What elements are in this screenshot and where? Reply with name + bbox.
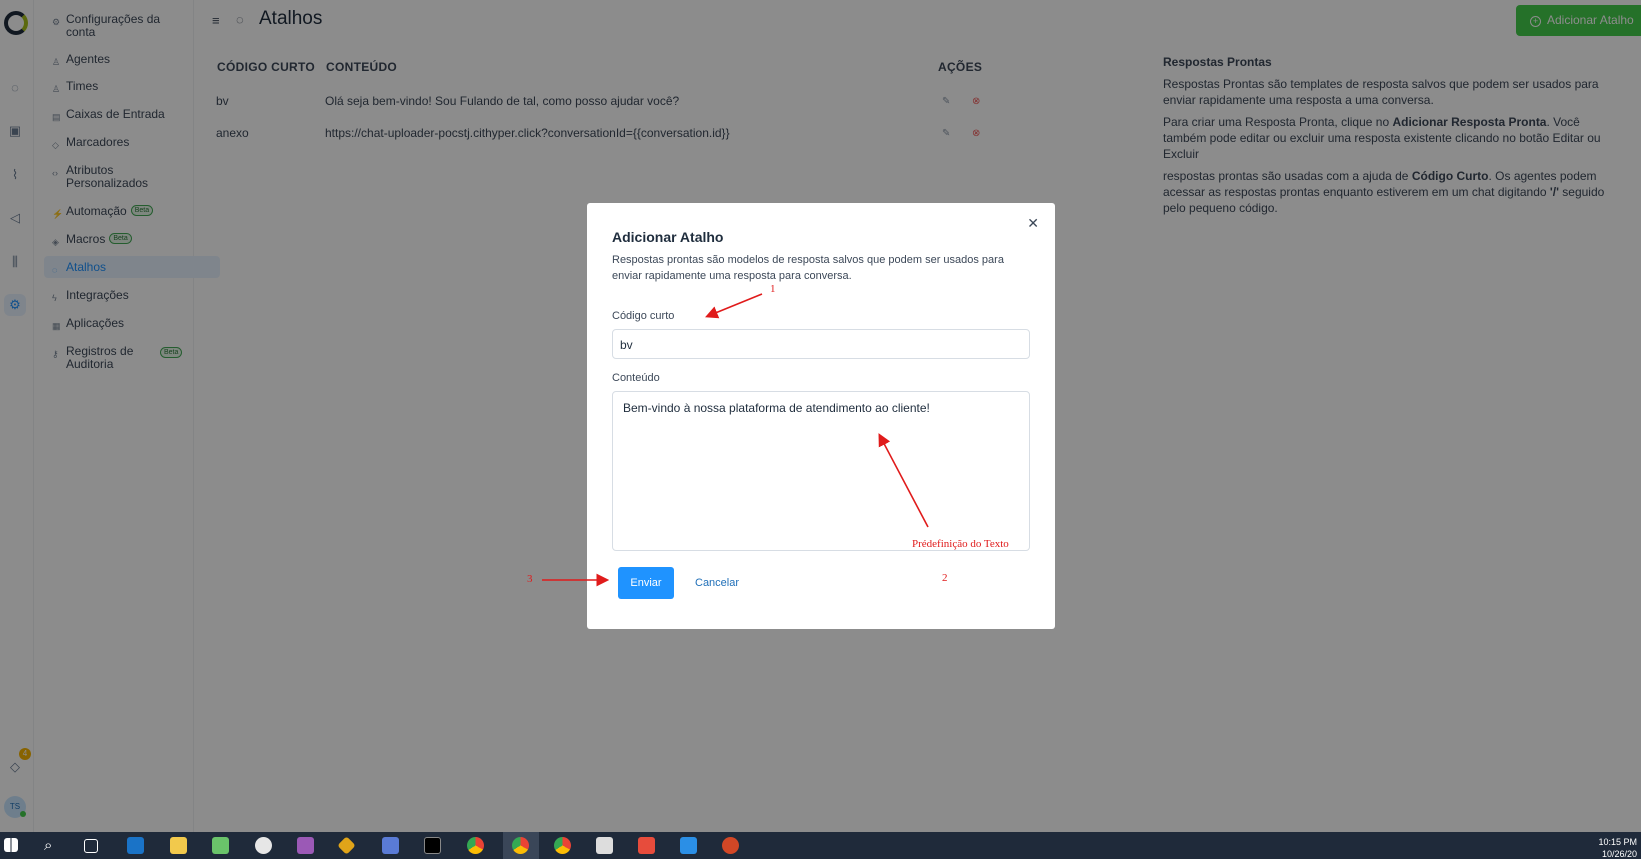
chrome-icon[interactable] — [554, 837, 571, 854]
search-icon[interactable]: ⌕ — [44, 837, 61, 854]
git-icon[interactable] — [337, 836, 356, 855]
network-icon[interactable] — [382, 837, 399, 854]
feather-icon[interactable] — [297, 837, 314, 854]
chrome-icon[interactable] — [512, 837, 529, 854]
terminal-icon[interactable] — [424, 837, 441, 854]
outlook-icon[interactable] — [127, 837, 144, 854]
arrow-to-short-code — [705, 293, 763, 319]
annotation-predef-text: Prédefinição do Texto — [912, 538, 1009, 550]
annotation-number-1: 1 — [770, 283, 776, 295]
annotation-number-2: 2 — [942, 572, 948, 584]
windows-taskbar: ⌕ 10:15 PM 10/26/20 — [0, 832, 1641, 859]
powerpoint-icon[interactable] — [722, 837, 739, 854]
clock-time: 10:15 PM — [1598, 837, 1637, 847]
notepad-icon[interactable] — [212, 837, 229, 854]
clock-date: 10/26/20 — [1601, 849, 1637, 859]
annotation-number-3: 3 — [527, 573, 533, 585]
anydesk-icon[interactable] — [638, 837, 655, 854]
arrow-to-content — [878, 433, 929, 528]
app-icon[interactable] — [255, 837, 272, 854]
chrome-icon[interactable] — [467, 837, 484, 854]
snipping-tool-icon[interactable] — [596, 837, 613, 854]
vscode-icon[interactable] — [680, 837, 697, 854]
system-clock[interactable]: 10:15 PM 10/26/20 — [1598, 836, 1637, 859]
file-explorer-icon[interactable] — [170, 837, 187, 854]
windows-start-icon[interactable] — [4, 838, 18, 852]
annotation-arrows — [542, 293, 929, 587]
task-view-icon[interactable] — [84, 839, 98, 853]
